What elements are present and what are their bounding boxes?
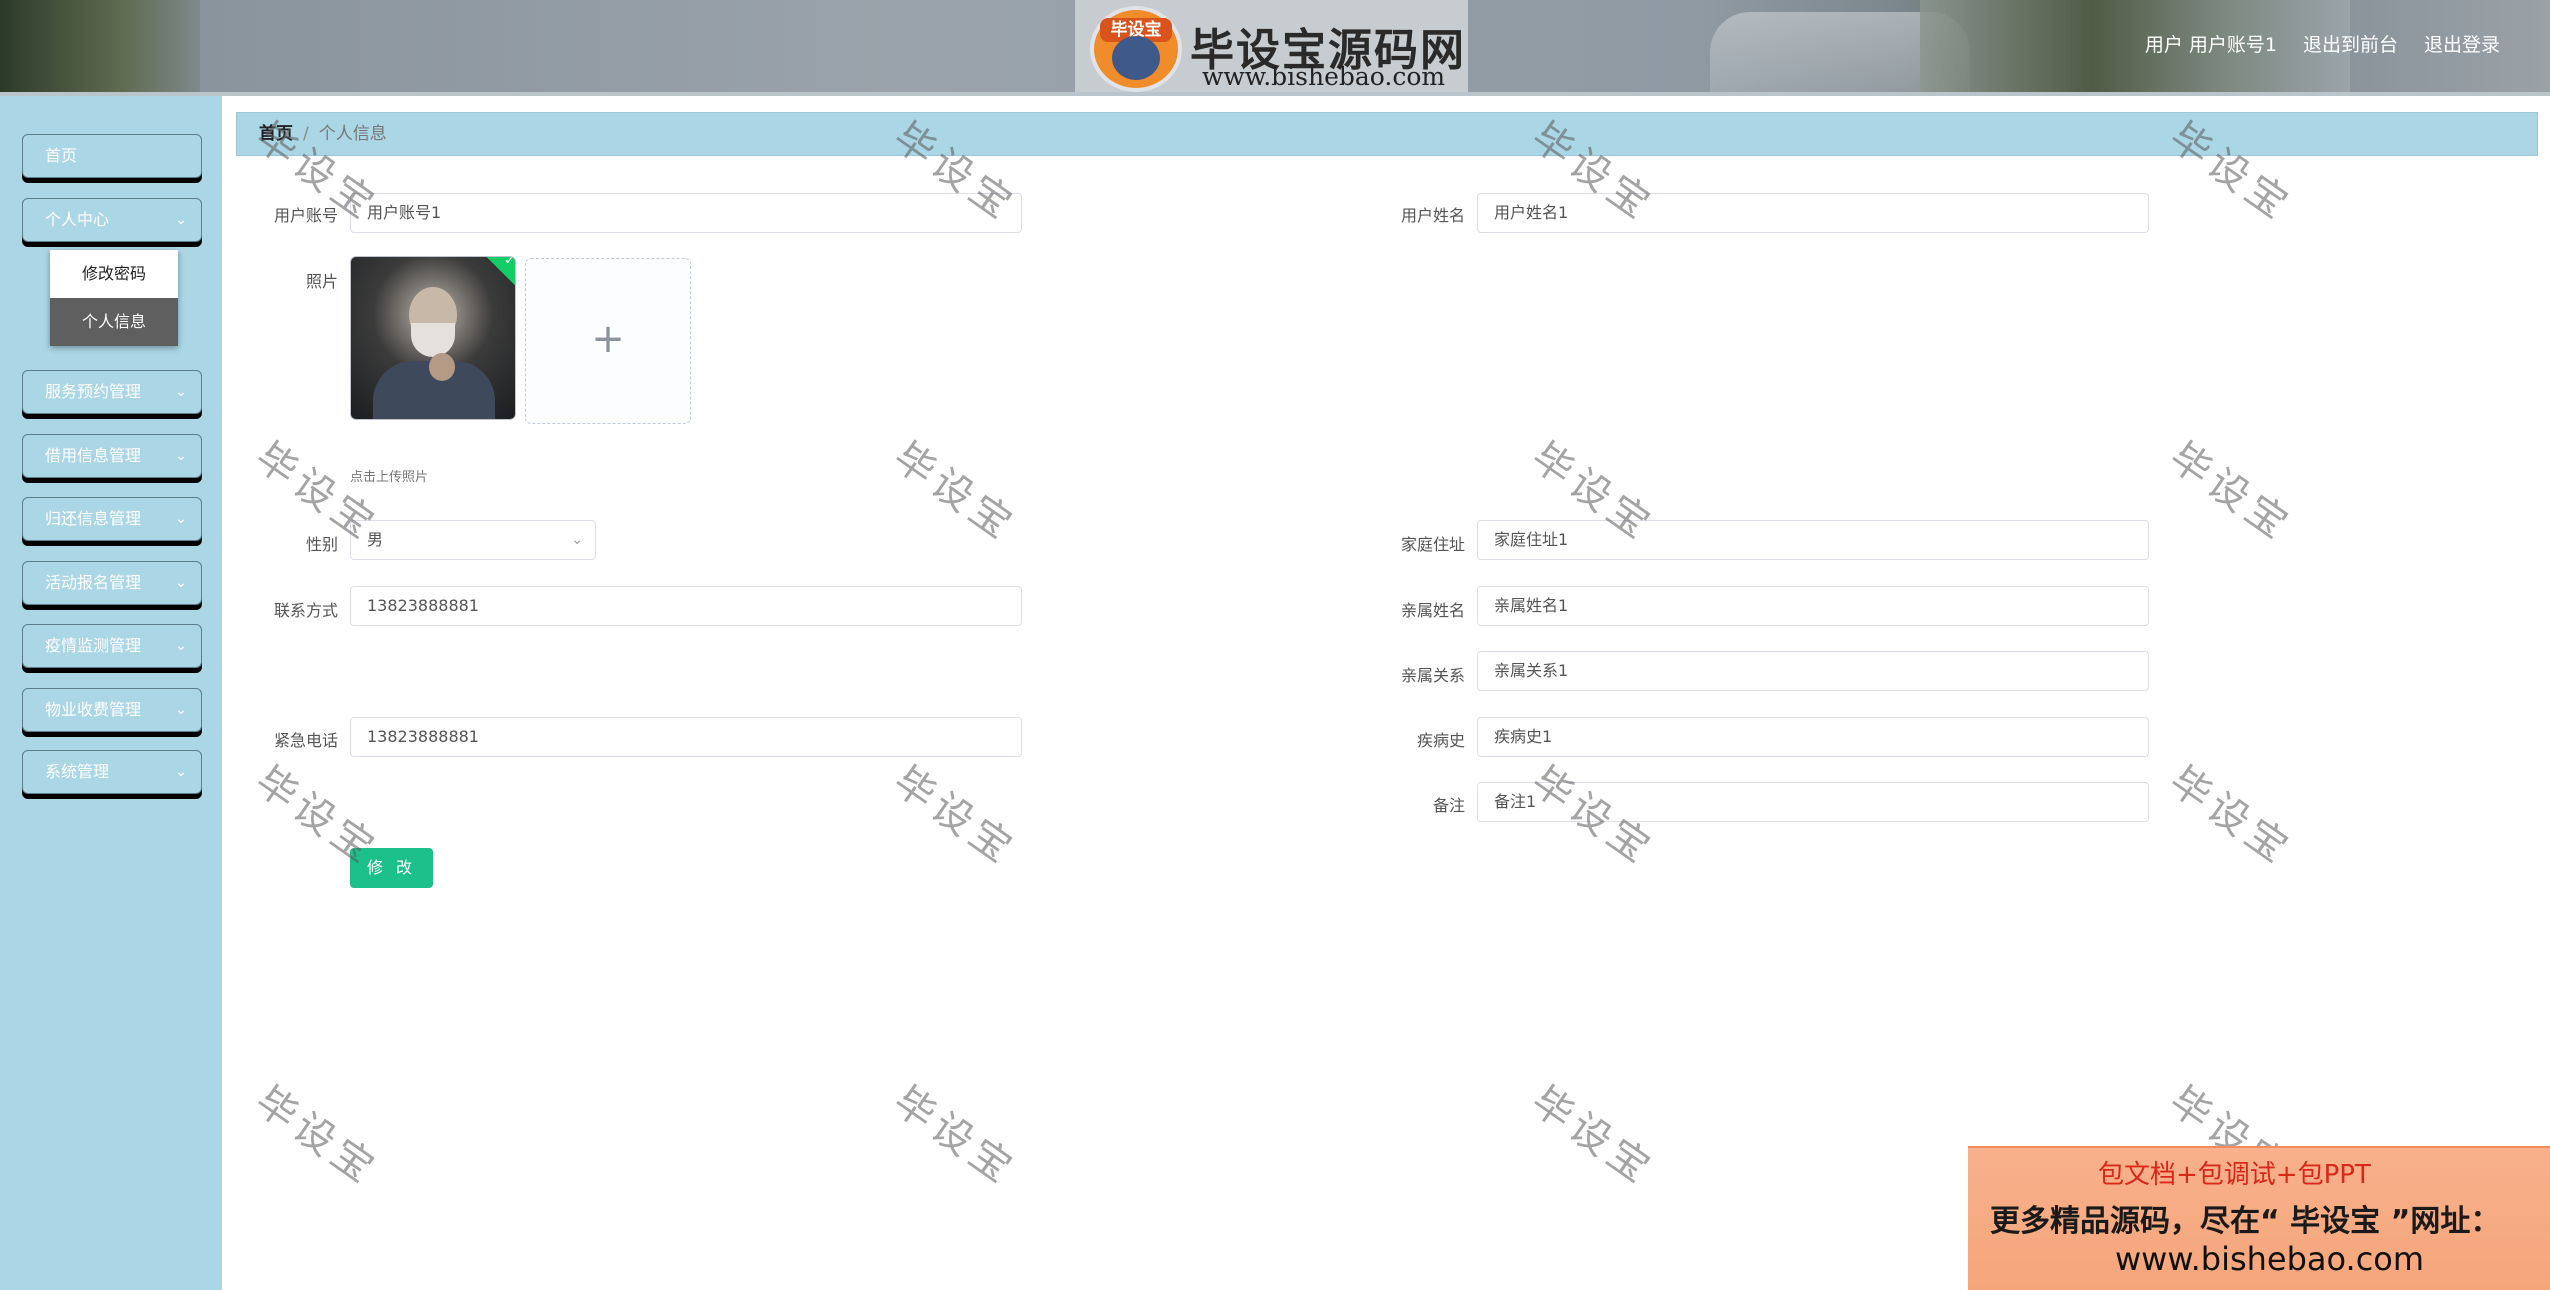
promo-line-1: 包文档+包调试+包PPT bbox=[2098, 1160, 2371, 1190]
chevron-down-icon: ⌄ bbox=[175, 448, 187, 464]
watermark: 毕设宝 bbox=[884, 1077, 1025, 1195]
personal-center-submenu: 修改密码 个人信息 bbox=[50, 250, 178, 346]
sidebar-item-personal-center[interactable]: 个人中心 ⌄ bbox=[22, 198, 202, 242]
chevron-down-icon: ⌄ bbox=[175, 212, 187, 228]
chevron-down-icon: ⌄ bbox=[175, 702, 187, 718]
header-links: 用户 用户账号1 退出到前台 退出登录 bbox=[2145, 30, 2500, 57]
header-divider bbox=[0, 92, 2550, 96]
chevron-down-icon: ⌄ bbox=[175, 575, 187, 591]
remark-field[interactable]: 备注1 bbox=[1477, 782, 2149, 822]
update-button[interactable]: 修 改 bbox=[350, 848, 433, 888]
photo-figure-beard bbox=[411, 323, 455, 357]
watermark: 毕设宝 bbox=[1522, 1077, 1663, 1195]
address-field[interactable]: 家庭住址1 bbox=[1477, 520, 2149, 560]
sidebar-item-return-info[interactable]: 归还信息管理 ⌄ bbox=[22, 497, 202, 541]
gender-select[interactable]: 男 ⌄ bbox=[350, 520, 596, 560]
sidebar-item-label: 活动报名管理 bbox=[45, 573, 142, 592]
breadcrumb-separator: / bbox=[303, 124, 309, 144]
sidebar-item-label: 借用信息管理 bbox=[45, 446, 142, 465]
photo-upload-tip: 点击上传照片 bbox=[350, 470, 429, 485]
sidebar-item-borrow-info[interactable]: 借用信息管理 ⌄ bbox=[22, 434, 202, 478]
watermark: 毕设宝 bbox=[2160, 757, 2301, 875]
promo-banner[interactable]: 包文档+包调试+包PPT 更多精品源码，尽在“ 毕设宝 ”网址： www.bis… bbox=[1968, 1146, 2550, 1290]
sidebar-item-activity-signup[interactable]: 活动报名管理 ⌄ bbox=[22, 561, 202, 605]
sidebar-item-label: 系统管理 bbox=[45, 762, 110, 781]
logo-face bbox=[1112, 36, 1160, 80]
account-label: 用户账号 bbox=[273, 206, 338, 225]
header-bg-left bbox=[0, 0, 200, 92]
chevron-down-icon: ⌄ bbox=[175, 764, 187, 780]
relation-field[interactable]: 亲属关系1 bbox=[1477, 651, 2149, 691]
logo-url: www.bishebao.com bbox=[1202, 62, 1446, 91]
sidebar-item-system[interactable]: 系统管理 ⌄ bbox=[22, 750, 202, 794]
chevron-down-icon: ⌄ bbox=[571, 532, 583, 548]
check-icon: ✓ bbox=[504, 256, 516, 269]
watermark: 毕设宝 bbox=[2160, 433, 2301, 551]
gender-label: 性别 bbox=[305, 535, 338, 554]
phone-label: 联系方式 bbox=[273, 601, 338, 620]
promo-line-2: 更多精品源码，尽在“ 毕设宝 ”网址： bbox=[1990, 1204, 2501, 1239]
sidebar-item-label: 首页 bbox=[45, 146, 78, 165]
sidebar-item-home[interactable]: 首页 bbox=[22, 134, 202, 178]
medical-history-label: 疾病史 bbox=[1416, 731, 1465, 750]
phone-field[interactable]: 13823888881 bbox=[350, 586, 1022, 626]
relation-label: 亲属关系 bbox=[1400, 666, 1465, 685]
photo-upload-button[interactable]: + bbox=[525, 258, 691, 424]
remark-label: 备注 bbox=[1432, 796, 1465, 815]
sidebar-item-label: 个人中心 bbox=[45, 210, 110, 229]
plus-icon: + bbox=[591, 316, 625, 362]
sidebar-item-service-booking[interactable]: 服务预约管理 ⌄ bbox=[22, 370, 202, 414]
gender-value: 男 bbox=[367, 530, 384, 549]
promo-url: www.bishebao.com bbox=[2115, 1240, 2425, 1278]
watermark: 毕设宝 bbox=[884, 757, 1025, 875]
breadcrumb: 首页 / 个人信息 bbox=[236, 112, 2538, 156]
chevron-down-icon: ⌄ bbox=[175, 511, 187, 527]
photo-figure-hand bbox=[429, 353, 455, 381]
sidebar-item-label: 物业收费管理 bbox=[45, 700, 142, 719]
name-field[interactable]: 用户姓名1 bbox=[1477, 193, 2149, 233]
logo-mascot-icon: 毕设宝 bbox=[1090, 6, 1182, 92]
relative-name-label: 亲属姓名 bbox=[1400, 601, 1465, 620]
current-user-label: 用户 用户账号1 bbox=[2144, 34, 2277, 56]
submenu-item-personal-info[interactable]: 个人信息 bbox=[50, 298, 178, 346]
emergency-phone-label: 紧急电话 bbox=[273, 731, 338, 750]
sidebar-item-label: 归还信息管理 bbox=[45, 509, 142, 528]
exit-to-front-link[interactable]: 退出到前台 bbox=[2303, 30, 2398, 57]
sidebar-item-property-fee[interactable]: 物业收费管理 ⌄ bbox=[22, 688, 202, 732]
sidebar-item-epidemic-monitor[interactable]: 疫情监测管理 ⌄ bbox=[22, 624, 202, 668]
watermark: 毕设宝 bbox=[246, 1077, 387, 1195]
chevron-down-icon: ⌄ bbox=[175, 638, 187, 654]
medical-history-field[interactable]: 疾病史1 bbox=[1477, 717, 2149, 757]
logout-link[interactable]: 退出登录 bbox=[2424, 30, 2500, 57]
relative-name-field[interactable]: 亲属姓名1 bbox=[1477, 586, 2149, 626]
chevron-down-icon: ⌄ bbox=[175, 384, 187, 400]
photo-label: 照片 bbox=[305, 272, 338, 291]
emergency-phone-field[interactable]: 13823888881 bbox=[350, 717, 1022, 757]
user-photo[interactable]: ✓ bbox=[350, 256, 516, 420]
sidebar-item-label: 疫情监测管理 bbox=[45, 636, 142, 655]
watermark: 毕设宝 bbox=[884, 433, 1025, 551]
name-label: 用户姓名 bbox=[1400, 206, 1465, 225]
sidebar-item-label: 服务预约管理 bbox=[45, 382, 142, 401]
upload-success-badge: ✓ bbox=[484, 256, 516, 288]
address-label: 家庭住址 bbox=[1400, 535, 1465, 554]
breadcrumb-current: 个人信息 bbox=[318, 124, 387, 144]
submenu-item-change-password[interactable]: 修改密码 bbox=[50, 250, 178, 298]
breadcrumb-home[interactable]: 首页 bbox=[259, 124, 293, 144]
account-field[interactable]: 用户账号1 bbox=[350, 193, 1022, 233]
